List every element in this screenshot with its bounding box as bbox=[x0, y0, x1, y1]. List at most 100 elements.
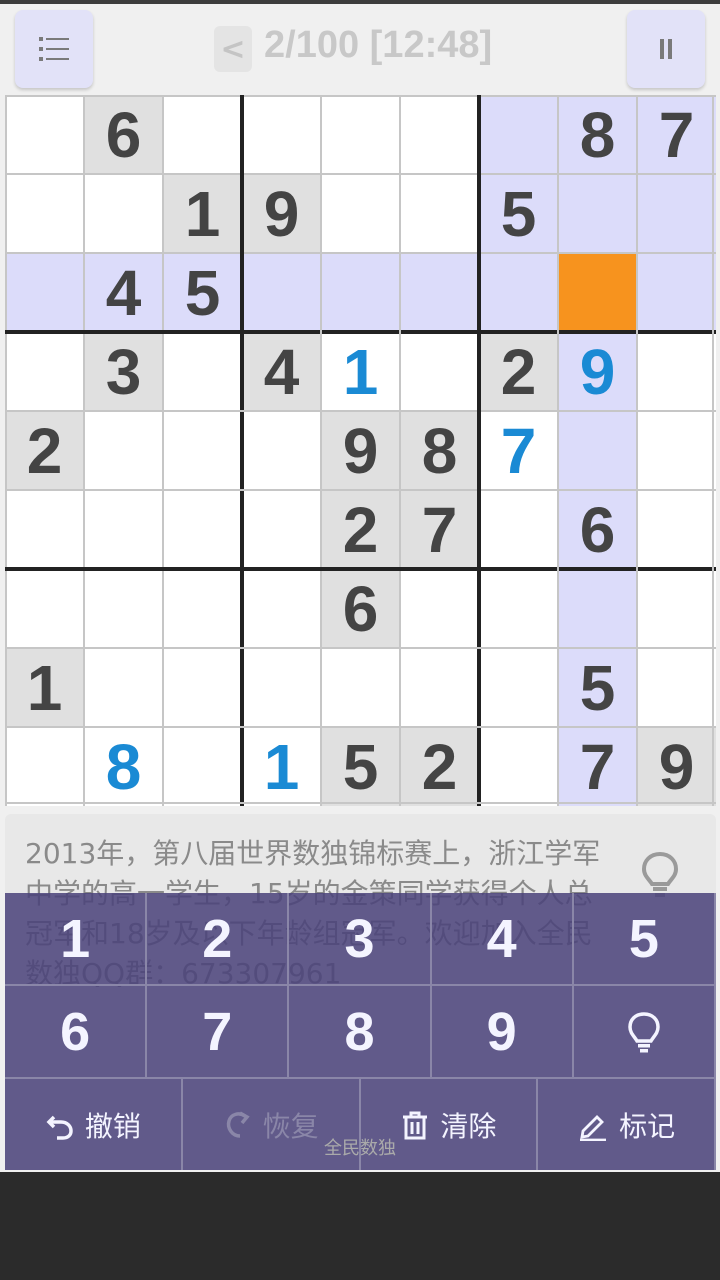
sudoku-cell[interactable] bbox=[558, 569, 637, 648]
sudoku-cell[interactable]: 7 bbox=[558, 727, 637, 806]
pause-button[interactable] bbox=[627, 10, 705, 88]
sudoku-cell[interactable] bbox=[558, 253, 637, 332]
digit-key-5[interactable]: 5 bbox=[573, 893, 716, 986]
grid-line bbox=[5, 173, 716, 175]
sudoku-cell[interactable] bbox=[84, 648, 163, 727]
sudoku-cell[interactable] bbox=[400, 253, 479, 332]
sudoku-cell[interactable] bbox=[321, 174, 400, 253]
previous-level-button[interactable]: < bbox=[214, 26, 252, 72]
sudoku-cell[interactable] bbox=[163, 490, 242, 569]
sudoku-cell[interactable] bbox=[637, 253, 716, 332]
sudoku-cell[interactable]: 7 bbox=[637, 95, 716, 174]
sudoku-cell[interactable] bbox=[163, 648, 242, 727]
sudoku-cell[interactable] bbox=[321, 95, 400, 174]
hint-key[interactable] bbox=[573, 986, 716, 1079]
sudoku-cell[interactable]: 6 bbox=[321, 569, 400, 648]
sudoku-cell[interactable] bbox=[637, 569, 716, 648]
sudoku-cell[interactable]: 8 bbox=[84, 727, 163, 806]
digit-key-4[interactable]: 4 bbox=[431, 893, 574, 986]
grid-line bbox=[5, 489, 716, 491]
sudoku-cell[interactable] bbox=[5, 332, 84, 411]
digit-key-6[interactable]: 6 bbox=[5, 986, 148, 1079]
sudoku-cell[interactable] bbox=[5, 253, 84, 332]
sudoku-cell[interactable] bbox=[84, 411, 163, 490]
sudoku-cell[interactable]: 6 bbox=[558, 490, 637, 569]
sudoku-cell[interactable]: 1 bbox=[321, 332, 400, 411]
sudoku-cell[interactable]: 9 bbox=[637, 727, 716, 806]
footer-caption: 全民数独 bbox=[324, 1138, 396, 1159]
digit-key-7[interactable]: 7 bbox=[147, 986, 290, 1079]
sudoku-cell[interactable] bbox=[5, 95, 84, 174]
sudoku-cell[interactable]: 4 bbox=[242, 332, 321, 411]
sudoku-cell[interactable] bbox=[400, 569, 479, 648]
sudoku-cell[interactable] bbox=[637, 411, 716, 490]
sudoku-cell[interactable] bbox=[5, 174, 84, 253]
sudoku-cell[interactable] bbox=[479, 253, 558, 332]
sudoku-cell[interactable] bbox=[163, 95, 242, 174]
sudoku-cell[interactable] bbox=[479, 569, 558, 648]
digit-key-1[interactable]: 1 bbox=[5, 893, 148, 986]
sudoku-cell[interactable] bbox=[242, 95, 321, 174]
sudoku-cell[interactable] bbox=[637, 332, 716, 411]
sudoku-cell[interactable]: 7 bbox=[400, 490, 479, 569]
sudoku-cell[interactable]: 8 bbox=[558, 95, 637, 174]
sudoku-cell[interactable] bbox=[163, 332, 242, 411]
sudoku-cell[interactable]: 8 bbox=[400, 411, 479, 490]
sudoku-cell[interactable] bbox=[242, 648, 321, 727]
sudoku-cell[interactable]: 9 bbox=[321, 411, 400, 490]
sudoku-cell[interactable]: 1 bbox=[5, 648, 84, 727]
sudoku-cell[interactable] bbox=[5, 490, 84, 569]
sudoku-cell[interactable] bbox=[84, 569, 163, 648]
sudoku-cell[interactable] bbox=[163, 727, 242, 806]
sudoku-cell[interactable]: 2 bbox=[5, 411, 84, 490]
sudoku-cell[interactable]: 9 bbox=[558, 332, 637, 411]
sudoku-cell[interactable] bbox=[242, 253, 321, 332]
digit-key-3[interactable]: 3 bbox=[289, 893, 432, 986]
menu-button[interactable] bbox=[15, 10, 93, 88]
sudoku-cell[interactable] bbox=[84, 174, 163, 253]
sudoku-cell[interactable]: 6 bbox=[84, 95, 163, 174]
sudoku-cell[interactable]: 2 bbox=[479, 332, 558, 411]
sudoku-cell[interactable] bbox=[400, 174, 479, 253]
digit-key-8[interactable]: 8 bbox=[289, 986, 432, 1079]
sudoku-cell[interactable] bbox=[5, 569, 84, 648]
sudoku-cell[interactable]: 5 bbox=[479, 174, 558, 253]
sudoku-cell[interactable] bbox=[242, 411, 321, 490]
sudoku-cell[interactable]: 2 bbox=[400, 727, 479, 806]
digit-key-9[interactable]: 9 bbox=[431, 986, 574, 1079]
digit-key-2[interactable]: 2 bbox=[147, 893, 290, 986]
sudoku-cell[interactable] bbox=[84, 490, 163, 569]
sudoku-cell[interactable]: 3 bbox=[84, 332, 163, 411]
grid-line bbox=[162, 95, 164, 806]
sudoku-cell[interactable] bbox=[637, 648, 716, 727]
sudoku-cell[interactable] bbox=[479, 727, 558, 806]
sudoku-cell[interactable]: 2 bbox=[321, 490, 400, 569]
sudoku-cell[interactable] bbox=[479, 95, 558, 174]
sudoku-cell[interactable] bbox=[479, 648, 558, 727]
sudoku-cell[interactable] bbox=[479, 490, 558, 569]
sudoku-cell[interactable]: 1 bbox=[163, 174, 242, 253]
sudoku-cell[interactable] bbox=[242, 569, 321, 648]
sudoku-cell[interactable] bbox=[5, 727, 84, 806]
sudoku-cell[interactable]: 9 bbox=[242, 174, 321, 253]
sudoku-cell[interactable]: 5 bbox=[163, 253, 242, 332]
sudoku-cell[interactable] bbox=[400, 332, 479, 411]
sudoku-cell[interactable] bbox=[558, 411, 637, 490]
sudoku-cell[interactable] bbox=[321, 648, 400, 727]
sudoku-cell[interactable] bbox=[163, 569, 242, 648]
sudoku-cell[interactable] bbox=[321, 253, 400, 332]
sudoku-cell[interactable] bbox=[163, 411, 242, 490]
sudoku-cell[interactable]: 5 bbox=[321, 727, 400, 806]
sudoku-cell[interactable] bbox=[637, 174, 716, 253]
sudoku-cell[interactable] bbox=[558, 174, 637, 253]
sudoku-cell[interactable] bbox=[400, 95, 479, 174]
header: < 2/100 [12:48] bbox=[0, 4, 720, 94]
sudoku-cell[interactable] bbox=[637, 490, 716, 569]
sudoku-cell[interactable] bbox=[242, 490, 321, 569]
sudoku-cell[interactable]: 1 bbox=[242, 727, 321, 806]
grid-line bbox=[712, 95, 714, 806]
sudoku-cell[interactable]: 5 bbox=[558, 648, 637, 727]
sudoku-cell[interactable]: 7 bbox=[479, 411, 558, 490]
sudoku-cell[interactable]: 4 bbox=[84, 253, 163, 332]
sudoku-cell[interactable] bbox=[400, 648, 479, 727]
